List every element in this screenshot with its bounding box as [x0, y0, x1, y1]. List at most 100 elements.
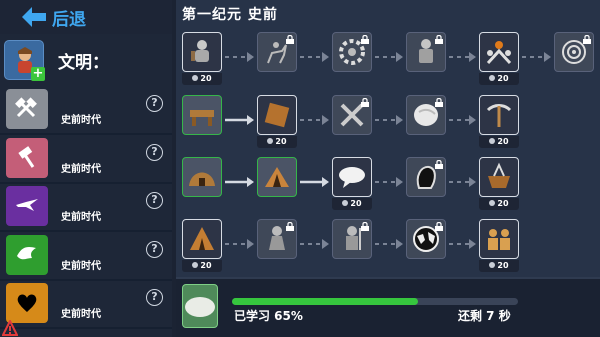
tech-node[interactable] [257, 95, 297, 135]
help-icon[interactable]: ? [146, 289, 163, 306]
tech-cost-value: 20 [497, 199, 509, 208]
tech-cost-label: 20 [182, 73, 222, 85]
add-civilization-icon: + [31, 66, 45, 81]
tech-node[interactable] [332, 219, 372, 259]
tech-arrow [375, 110, 403, 125]
research-status-bar: 已学习 65% 还剩 7 秒 [176, 277, 600, 337]
tech-cost-value: 20 [200, 261, 212, 270]
tepee-icon [190, 227, 214, 250]
back-button[interactable]: 后退 [0, 0, 172, 34]
category-divider [0, 230, 172, 232]
tech-node[interactable] [332, 95, 372, 135]
lock-icon [361, 98, 369, 107]
tech-node[interactable] [479, 95, 519, 135]
tech-node[interactable] [182, 95, 222, 135]
tech-cost-value: 20 [497, 137, 509, 146]
category-tile[interactable] [6, 283, 48, 323]
category-item[interactable]: 史前时代? [0, 137, 172, 186]
research-progress-fill [232, 298, 418, 305]
tech-node[interactable] [406, 32, 446, 72]
tech-arrow [449, 110, 476, 125]
tech-node[interactable] [257, 157, 297, 197]
current-research-icon[interactable] [182, 284, 218, 328]
tech-node[interactable] [257, 32, 297, 72]
tech-node[interactable] [554, 32, 594, 72]
tech-node[interactable] [406, 95, 446, 135]
category-tile[interactable] [6, 137, 48, 178]
tech-node[interactable] [479, 32, 519, 72]
tech-arrow [300, 47, 329, 62]
tech-cost-value: 20 [275, 137, 287, 146]
back-arrow-icon [22, 7, 46, 27]
tech-cost-label: 20 [479, 260, 519, 272]
lock-icon [583, 35, 591, 44]
category-name: 史前时代 [61, 260, 101, 272]
category-tile[interactable] [6, 234, 48, 275]
tech-cost-label: 20 [332, 198, 372, 210]
speech-bubble-icon [339, 167, 365, 188]
tech-arrow [300, 172, 329, 187]
lock-icon [361, 222, 369, 231]
hut-icon [189, 172, 215, 186]
civilization-label: 文明： [58, 52, 109, 73]
tech-arrow [375, 47, 403, 62]
coin-icon [489, 200, 496, 206]
category-item[interactable]: 史前时代? [0, 89, 172, 137]
category-tile[interactable] [6, 89, 48, 129]
tech-node[interactable] [182, 32, 222, 72]
category-item[interactable]: 史前时代? [0, 234, 172, 283]
coin-icon [192, 75, 199, 81]
category-name: 史前时代 [61, 212, 101, 223]
tech-arrow [300, 110, 329, 125]
help-icon[interactable]: ? [146, 95, 163, 112]
tech-arrow [522, 47, 551, 62]
coin-icon [342, 200, 349, 206]
tech-node[interactable] [332, 157, 372, 197]
category-name: 史前时代 [61, 309, 101, 320]
tech-node[interactable] [479, 157, 519, 197]
tech-arrow [449, 234, 476, 249]
warrior-icon [191, 40, 209, 62]
help-icon[interactable]: ? [146, 240, 163, 258]
time-remaining-label: 还剩 7 秒 [458, 309, 511, 323]
category-item[interactable]: 史前时代? [0, 186, 172, 234]
help-icon[interactable]: ? [146, 143, 163, 161]
civilization-avatar-button[interactable]: + [4, 40, 45, 81]
tech-cost-label: 20 [257, 136, 297, 148]
lock-icon [361, 35, 369, 44]
tech-node[interactable] [182, 219, 222, 259]
tech-cost-value: 20 [497, 261, 509, 270]
bird-icon [16, 199, 38, 211]
tech-node[interactable] [257, 219, 297, 259]
category-divider [0, 327, 172, 329]
tech-node[interactable] [406, 219, 446, 259]
category-tile[interactable] [6, 186, 48, 226]
tech-node[interactable] [406, 157, 446, 197]
tech-node[interactable] [332, 32, 372, 72]
workbench-icon [190, 110, 214, 126]
coin-icon [489, 262, 496, 268]
lock-icon [435, 98, 443, 107]
category-item[interactable]: 史前时代? [0, 283, 172, 331]
tech-node[interactable] [182, 157, 222, 197]
heart-icon [17, 294, 37, 312]
coin-icon [489, 138, 496, 144]
tech-node[interactable] [479, 219, 519, 259]
lock-icon [435, 222, 443, 231]
people-icon [488, 229, 510, 250]
council-icon [486, 41, 512, 65]
tech-arrow [375, 172, 403, 187]
hammer-icon [18, 145, 35, 168]
warning-icon [2, 320, 18, 336]
coin-icon [489, 75, 496, 81]
tech-arrow [449, 172, 476, 187]
tent-icon [265, 167, 289, 187]
tech-cost-value: 20 [350, 199, 362, 208]
help-icon[interactable]: ? [146, 192, 163, 209]
back-label: 后退 [52, 9, 86, 30]
coin-icon [192, 262, 199, 268]
tech-arrow [449, 47, 476, 62]
civilization-row: + 文明： [0, 38, 172, 82]
scroll-icon [264, 102, 290, 128]
pickaxe-icon [486, 104, 512, 127]
